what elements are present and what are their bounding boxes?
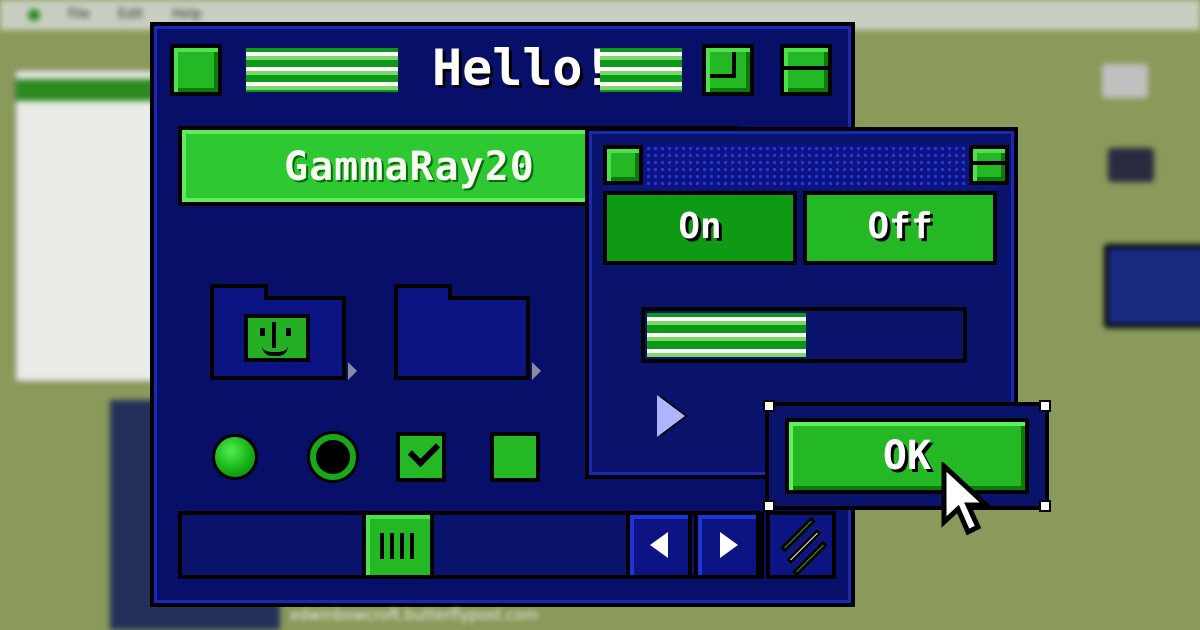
- apple-menu-icon: [28, 9, 40, 21]
- ok-button-frame: OK: [763, 400, 1051, 512]
- zoom-box-button[interactable]: [702, 44, 754, 96]
- menu-help[interactable]: Help: [172, 7, 202, 22]
- pointer-icon: [941, 462, 993, 536]
- progress-fill: [647, 313, 806, 357]
- finder-face-icon: [244, 314, 310, 362]
- empty-folder[interactable]: [394, 284, 541, 380]
- cursor-icon: [657, 395, 685, 437]
- collapse-icon: [973, 161, 1005, 165]
- footer-url: edwinbowcroft.butterflypost.com: [290, 606, 539, 624]
- checkbox-unchecked[interactable]: [490, 432, 540, 482]
- finder-folder[interactable]: [210, 284, 357, 380]
- text-input-value: GammaRay20: [284, 144, 535, 190]
- dialog-close-button[interactable]: [603, 145, 643, 185]
- title-stripes-right: [600, 48, 682, 92]
- desktop-app-icon[interactable]: [1108, 148, 1154, 182]
- background-window: [15, 70, 167, 382]
- checkbox-checked[interactable]: [396, 432, 446, 482]
- desktop-hard-disk-icon[interactable]: [1102, 64, 1148, 98]
- scroll-right-button[interactable]: [694, 511, 760, 579]
- collapse-icon: [784, 66, 828, 70]
- arrow-left-icon: [650, 532, 668, 558]
- radio-button-unselected[interactable]: [310, 434, 356, 480]
- window-title: Hello!: [432, 39, 613, 97]
- menu-file[interactable]: File: [68, 7, 90, 22]
- checkmark-icon: [407, 434, 441, 468]
- menu-edit[interactable]: Edit: [118, 7, 143, 22]
- toggle-on-button[interactable]: On: [603, 191, 797, 265]
- toggle-off-button[interactable]: Off: [803, 191, 997, 265]
- collapse-box-button[interactable]: [780, 44, 832, 96]
- close-box-button[interactable]: [170, 44, 222, 96]
- dialog-title-bar[interactable]: [603, 145, 1009, 189]
- title-bar[interactable]: Hello!: [170, 39, 832, 97]
- horizontal-scrollbar[interactable]: [178, 511, 764, 579]
- scroll-left-button[interactable]: [626, 511, 692, 579]
- title-stripes-left: [246, 48, 398, 92]
- scrollbar-thumb[interactable]: [362, 511, 434, 579]
- desktop-folder-icon[interactable]: [1104, 244, 1200, 328]
- dialog-collapse-button[interactable]: [969, 145, 1009, 185]
- folder-disclosure-arrow-icon: [532, 362, 541, 380]
- arrow-right-icon: [720, 532, 738, 558]
- radio-button-selected[interactable]: [212, 434, 258, 480]
- progress-bar: [641, 307, 967, 363]
- folder-disclosure-arrow-icon: [348, 362, 357, 380]
- zoom-icon: [710, 52, 736, 78]
- resize-grip[interactable]: [766, 511, 836, 579]
